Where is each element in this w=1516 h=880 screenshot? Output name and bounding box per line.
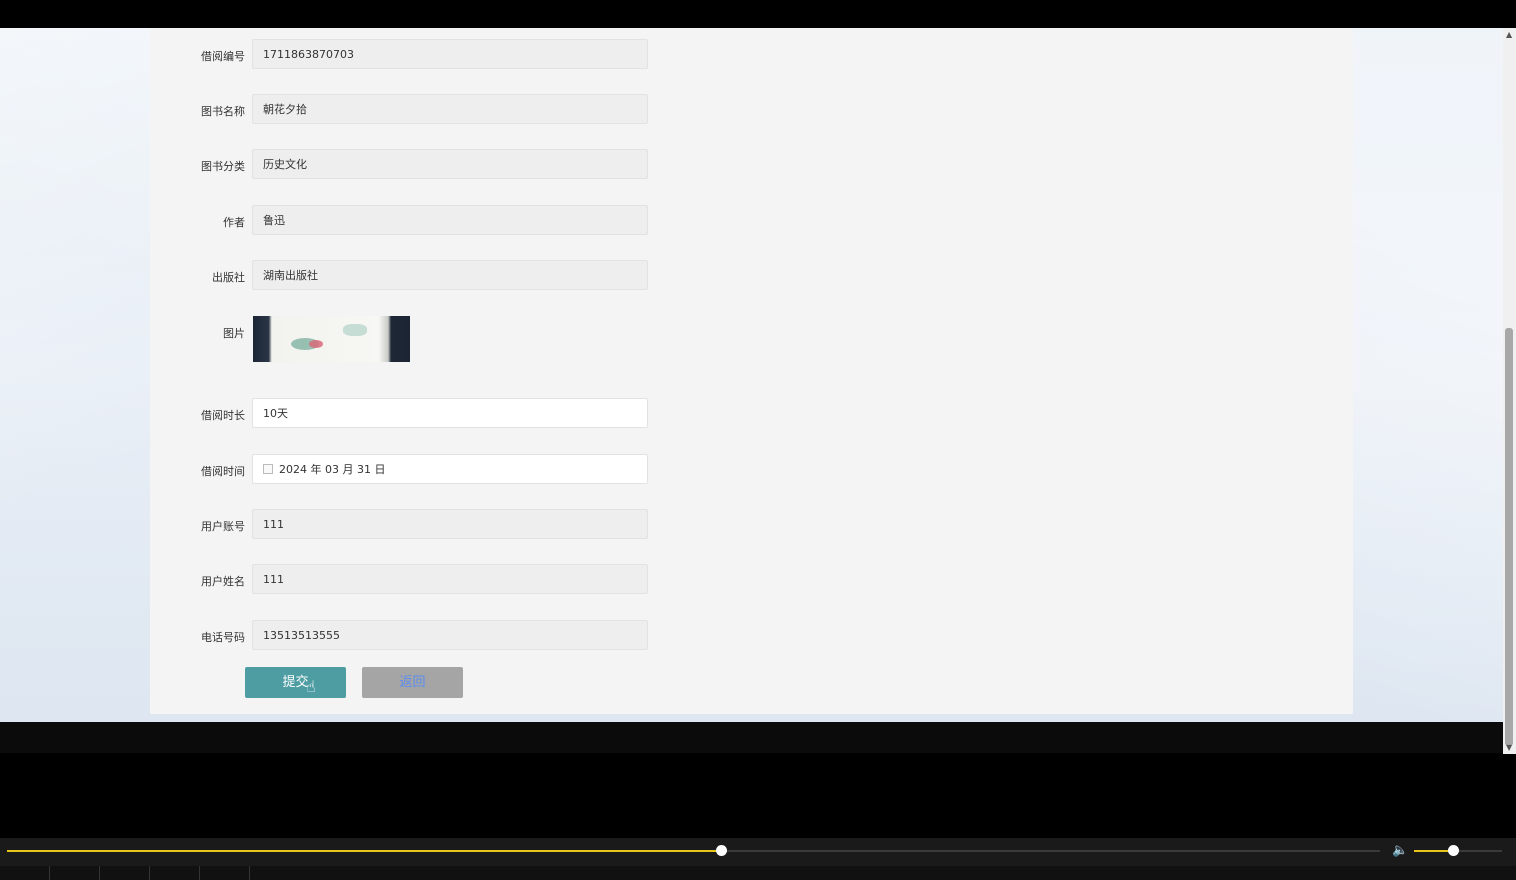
borrow-id-label: 借阅编号 <box>201 50 245 63</box>
progress-fill <box>7 850 721 852</box>
borrow-time-value: 2024 年 03 月 31 日 <box>279 463 386 476</box>
volume-slider[interactable] <box>1414 845 1502 856</box>
book-category-label: 图书分类 <box>201 160 245 173</box>
top-black-bar <box>0 0 1516 28</box>
image-label: 图片 <box>223 327 245 340</box>
phone-field[interactable]: 13513513555 <box>252 620 648 650</box>
page-viewport: 借阅编号 1711863870703 图书名称 朝花夕拾 图书分类 历史文化 作… <box>0 28 1503 722</box>
submit-button[interactable]: 提交 <box>245 667 346 698</box>
borrow-time-date-input[interactable]: 2024 年 03 月 31 日 <box>252 454 648 484</box>
calendar-icon <box>263 464 273 474</box>
borrow-time-label: 借阅时间 <box>201 465 245 478</box>
borrow-id-field[interactable]: 1711863870703 <box>252 39 648 69</box>
publisher-field[interactable]: 湖南出版社 <box>252 260 648 290</box>
author-field[interactable]: 鲁迅 <box>252 205 648 235</box>
user-account-label: 用户账号 <box>201 520 245 533</box>
hand-cursor-icon: ☝ <box>306 677 316 696</box>
duration-input[interactable]: 10天 <box>252 398 648 428</box>
book-name-field[interactable]: 朝花夕拾 <box>252 94 648 124</box>
vertical-scrollbar[interactable]: ▲ ▼ <box>1503 28 1516 754</box>
phone-label: 电话号码 <box>201 631 245 644</box>
player-button[interactable] <box>0 866 50 880</box>
player-button[interactable] <box>150 866 200 880</box>
user-name-field[interactable]: 111 <box>252 564 648 594</box>
scroll-up-arrow-icon[interactable]: ▲ <box>1506 30 1512 39</box>
user-account-field[interactable]: 111 <box>252 509 648 539</box>
volume-knob[interactable] <box>1447 845 1459 856</box>
volume-speaker-icon[interactable]: 🔈 <box>1392 843 1408 858</box>
lower-dark-band <box>0 722 1503 753</box>
player-button[interactable] <box>50 866 100 880</box>
back-button[interactable]: 返回 <box>362 667 463 698</box>
scroll-down-arrow-icon[interactable]: ▼ <box>1506 743 1512 752</box>
publisher-label: 出版社 <box>212 271 245 284</box>
scroll-thumb[interactable] <box>1505 328 1513 746</box>
author-label: 作者 <box>223 216 245 229</box>
progress-knob[interactable] <box>715 845 727 856</box>
user-name-label: 用户姓名 <box>201 575 245 588</box>
volume-fill <box>1414 850 1453 852</box>
form-panel: 借阅编号 1711863870703 图书名称 朝花夕拾 图书分类 历史文化 作… <box>150 28 1353 714</box>
player-button[interactable] <box>200 866 250 880</box>
book-category-field[interactable]: 历史文化 <box>252 149 648 179</box>
duration-label: 借阅时长 <box>201 409 245 422</box>
progress-bar[interactable] <box>7 845 1380 856</box>
book-cover-image[interactable] <box>253 316 410 362</box>
player-button-strip-rest <box>250 866 1516 880</box>
book-name-label: 图书名称 <box>201 105 245 118</box>
video-player-controls: 🔈 <box>0 838 1516 880</box>
player-button[interactable] <box>100 866 150 880</box>
player-button-strip <box>0 866 1516 880</box>
